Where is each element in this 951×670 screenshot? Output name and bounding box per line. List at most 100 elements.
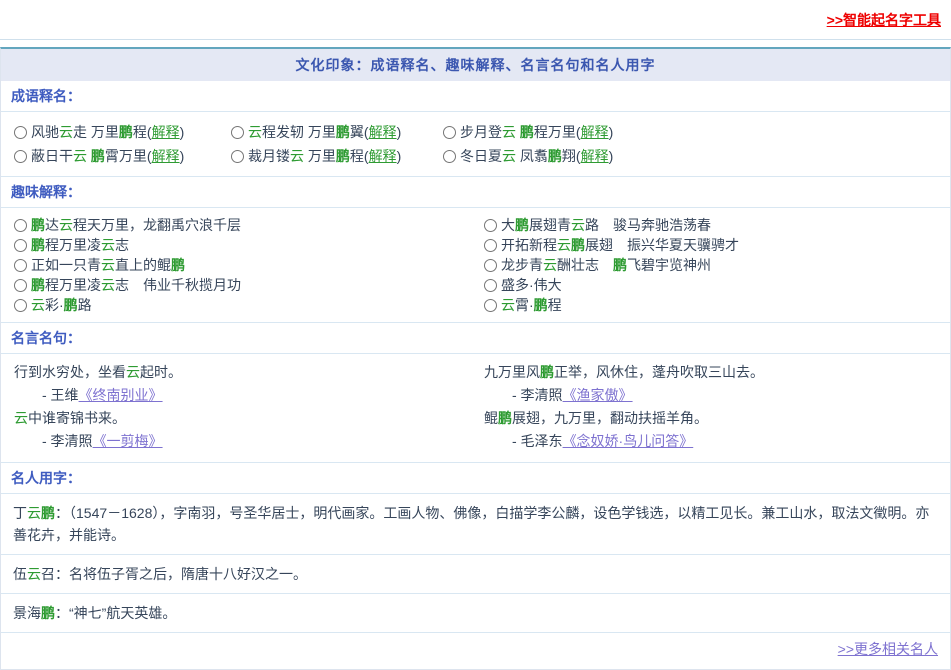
idiom-option[interactable]: 步月登云 鹏程万里(解释) bbox=[443, 121, 937, 143]
explain-link[interactable]: 解释 bbox=[581, 145, 609, 167]
quote-attribution: - 李清照《渔家傲》 bbox=[484, 385, 937, 406]
paren-close: ) bbox=[397, 121, 402, 143]
fun-option[interactable]: 开拓新程云鹏展翅 振兴华夏天骥骋才 bbox=[484, 235, 937, 255]
fun-option[interactable]: 云彩·鹏路 bbox=[14, 295, 484, 315]
quote-text: 鲲鹏展翅，九万里，翻动扶摇羊角。 bbox=[484, 408, 937, 429]
fun-radio[interactable] bbox=[484, 219, 497, 232]
fun-option-text: 盛多·伟大 bbox=[501, 275, 562, 295]
explain-link[interactable]: 解释 bbox=[152, 121, 180, 143]
idiom-options: 风驰云走 万里鹏程(解释) 云程发轫 万里鹏翼(解释) 步月登云 鹏程万里(解释… bbox=[1, 112, 950, 177]
panel-title: 文化印象：成语释名、趣味解释、名言名句和名人用字 bbox=[1, 49, 950, 81]
paren-close: ) bbox=[180, 145, 185, 167]
fun-option[interactable]: 鹏程万里凌云志 伟业千秋揽月功 bbox=[14, 275, 484, 295]
fun-option[interactable]: 龙步青云酬壮志 鹏飞碧宇览神州 bbox=[484, 255, 937, 275]
idiom-radio[interactable] bbox=[14, 150, 27, 163]
fun-radio[interactable] bbox=[484, 299, 497, 312]
section-header-idioms: 成语释名： bbox=[1, 81, 950, 112]
fun-radio[interactable] bbox=[14, 279, 27, 292]
quote-work-link[interactable]: 《渔家傲》 bbox=[563, 387, 633, 403]
idiom-radio[interactable] bbox=[443, 126, 456, 139]
famous-person-text: 伍云召：名将伍子胥之后，隋唐十八好汉之一。 bbox=[13, 566, 307, 582]
idiom-radio[interactable] bbox=[231, 126, 244, 139]
idiom-option[interactable]: 云程发轫 万里鹏翼(解释) bbox=[231, 121, 443, 143]
fun-option-text: 鹏程万里凌云志 bbox=[31, 235, 129, 255]
paren-close: ) bbox=[180, 121, 185, 143]
fun-option-text: 大鹏展翅青云路 骏马奔驰浩荡春 bbox=[501, 215, 711, 235]
paren-close: ) bbox=[609, 145, 614, 167]
quote-author: - 李清照 bbox=[512, 387, 563, 403]
explain-link[interactable]: 解释 bbox=[369, 145, 397, 167]
fun-radio[interactable] bbox=[14, 259, 27, 272]
quote-author: - 王维 bbox=[42, 387, 79, 403]
famous-person-text: 景海鹏：“神七”航天英雄。 bbox=[13, 605, 176, 621]
idiom-option[interactable]: 裁月镂云 万里鹏程(解释) bbox=[231, 145, 443, 167]
quote-work-link[interactable]: 《一剪梅》 bbox=[93, 433, 163, 449]
idiom-radio[interactable] bbox=[231, 150, 244, 163]
quote-work-link[interactable]: 《念奴娇·鸟儿问答》 bbox=[563, 433, 694, 449]
quote-attribution: - 李清照《一剪梅》 bbox=[14, 431, 484, 452]
quotes-right-column: 九万里风鹏正举，风休住，蓬舟吹取三山去。 - 李清照《渔家傲》 鲲鹏展翅，九万里… bbox=[484, 362, 937, 454]
quote-text: 九万里风鹏正举，风休住，蓬舟吹取三山去。 bbox=[484, 362, 937, 383]
famous-person-text: 丁云鹏：（1547－1628），字南羽，号圣华居士，明代画家。工画人物、佛像，白… bbox=[13, 505, 929, 543]
fun-option-text: 鹏程万里凌云志 伟业千秋揽月功 bbox=[31, 275, 241, 295]
fun-option-text: 云霄·鹏程 bbox=[501, 295, 562, 315]
quotes-left-column: 行到水穷处，坐看云起时。 - 王维《终南别业》 云中谁寄锦书来。 - 李清照《一… bbox=[14, 362, 484, 454]
fun-option-text: 云彩·鹏路 bbox=[31, 295, 92, 315]
famous-person-row: 丁云鹏：（1547－1628），字南羽，号圣华居士，明代画家。工画人物、佛像，白… bbox=[1, 494, 950, 555]
idiom-radio[interactable] bbox=[443, 150, 456, 163]
page: >>智能起名字工具 文化印象：成语释名、趣味解释、名言名句和名人用字 成语释名：… bbox=[0, 0, 951, 670]
section-header-fun-interpretations: 趣味解释： bbox=[1, 177, 950, 208]
more-famous-people-link[interactable]: >>更多相关名人 bbox=[838, 641, 938, 657]
fun-right-column: 大鹏展翅青云路 骏马奔驰浩荡春 开拓新程云鹏展翅 振兴华夏天骥骋才 龙步青云酬壮… bbox=[484, 215, 937, 315]
famous-quotes: 行到水穷处，坐看云起时。 - 王维《终南别业》 云中谁寄锦书来。 - 李清照《一… bbox=[1, 354, 950, 463]
idiom-option[interactable]: 风驰云走 万里鹏程(解释) bbox=[14, 121, 231, 143]
explain-link[interactable]: 解释 bbox=[581, 121, 609, 143]
fun-option-text: 龙步青云酬壮志 鹏飞碧宇览神州 bbox=[501, 255, 711, 275]
fun-radio[interactable] bbox=[484, 259, 497, 272]
fun-radio[interactable] bbox=[484, 279, 497, 292]
fun-radio[interactable] bbox=[484, 239, 497, 252]
bottom-row: >>更多相关名人 bbox=[1, 633, 950, 669]
quote-work-link[interactable]: 《终南别业》 bbox=[79, 387, 163, 403]
quote-author: - 毛泽东 bbox=[512, 433, 563, 449]
fun-radio[interactable] bbox=[14, 219, 27, 232]
idiom-option-text: 步月登云 鹏程万里 bbox=[460, 121, 576, 143]
fun-option-text: 鹏达云程天万里，龙翻禹穴浪千层 bbox=[31, 215, 241, 235]
top-strip: >>智能起名字工具 bbox=[0, 0, 951, 40]
quote-text: 云中谁寄锦书来。 bbox=[14, 408, 484, 429]
quote-text: 行到水穷处，坐看云起时。 bbox=[14, 362, 484, 383]
famous-person-row: 景海鹏：“神七”航天英雄。 bbox=[1, 594, 950, 633]
fun-radio[interactable] bbox=[14, 299, 27, 312]
idiom-radio[interactable] bbox=[14, 126, 27, 139]
idiom-option-text: 云程发轫 万里鹏翼 bbox=[248, 121, 364, 143]
quote-author: - 李清照 bbox=[42, 433, 93, 449]
explain-link[interactable]: 解释 bbox=[369, 121, 397, 143]
fun-option[interactable]: 鹏达云程天万里，龙翻禹穴浪千层 bbox=[14, 215, 484, 235]
explain-link[interactable]: 解释 bbox=[152, 145, 180, 167]
quote-attribution: - 毛泽东《念奴娇·鸟儿问答》 bbox=[484, 431, 937, 452]
fun-option-text: 开拓新程云鹏展翅 振兴华夏天骥骋才 bbox=[501, 235, 739, 255]
section-header-famous-quotes: 名言名句： bbox=[1, 323, 950, 354]
idiom-option-text: 风驰云走 万里鹏程 bbox=[31, 121, 147, 143]
idiom-option-text: 裁月镂云 万里鹏程 bbox=[248, 145, 364, 167]
fun-option[interactable]: 云霄·鹏程 bbox=[484, 295, 937, 315]
section-header-famous-people: 名人用字： bbox=[1, 463, 950, 494]
paren-close: ) bbox=[609, 121, 614, 143]
culture-impression-panel: 文化印象：成语释名、趣味解释、名言名句和名人用字 成语释名： 风驰云走 万里鹏程… bbox=[0, 47, 951, 670]
fun-option-text: 正如一只青云直上的鲲鹏 bbox=[31, 255, 185, 275]
fun-option[interactable]: 正如一只青云直上的鲲鹏 bbox=[14, 255, 484, 275]
idiom-option-text: 冬日夏云 凤翥鹏翔 bbox=[460, 145, 576, 167]
idiom-option[interactable]: 蔽日干云 鹏霄万里(解释) bbox=[14, 145, 231, 167]
fun-radio[interactable] bbox=[14, 239, 27, 252]
paren-close: ) bbox=[397, 145, 402, 167]
idiom-option-text: 蔽日干云 鹏霄万里 bbox=[31, 145, 147, 167]
famous-person-row: 伍云召：名将伍子胥之后，隋唐十八好汉之一。 bbox=[1, 555, 950, 594]
fun-interpretation-options: 鹏达云程天万里，龙翻禹穴浪千层 鹏程万里凌云志 正如一只青云直上的鲲鹏 鹏程万里… bbox=[1, 208, 950, 323]
quote-attribution: - 王维《终南别业》 bbox=[14, 385, 484, 406]
fun-left-column: 鹏达云程天万里，龙翻禹穴浪千层 鹏程万里凌云志 正如一只青云直上的鲲鹏 鹏程万里… bbox=[14, 215, 484, 315]
fun-option[interactable]: 鹏程万里凌云志 bbox=[14, 235, 484, 255]
idiom-option[interactable]: 冬日夏云 凤翥鹏翔(解释) bbox=[443, 145, 937, 167]
fun-option[interactable]: 大鹏展翅青云路 骏马奔驰浩荡春 bbox=[484, 215, 937, 235]
fun-option[interactable]: 盛多·伟大 bbox=[484, 275, 937, 295]
smart-naming-tool-link[interactable]: >>智能起名字工具 bbox=[827, 10, 941, 30]
